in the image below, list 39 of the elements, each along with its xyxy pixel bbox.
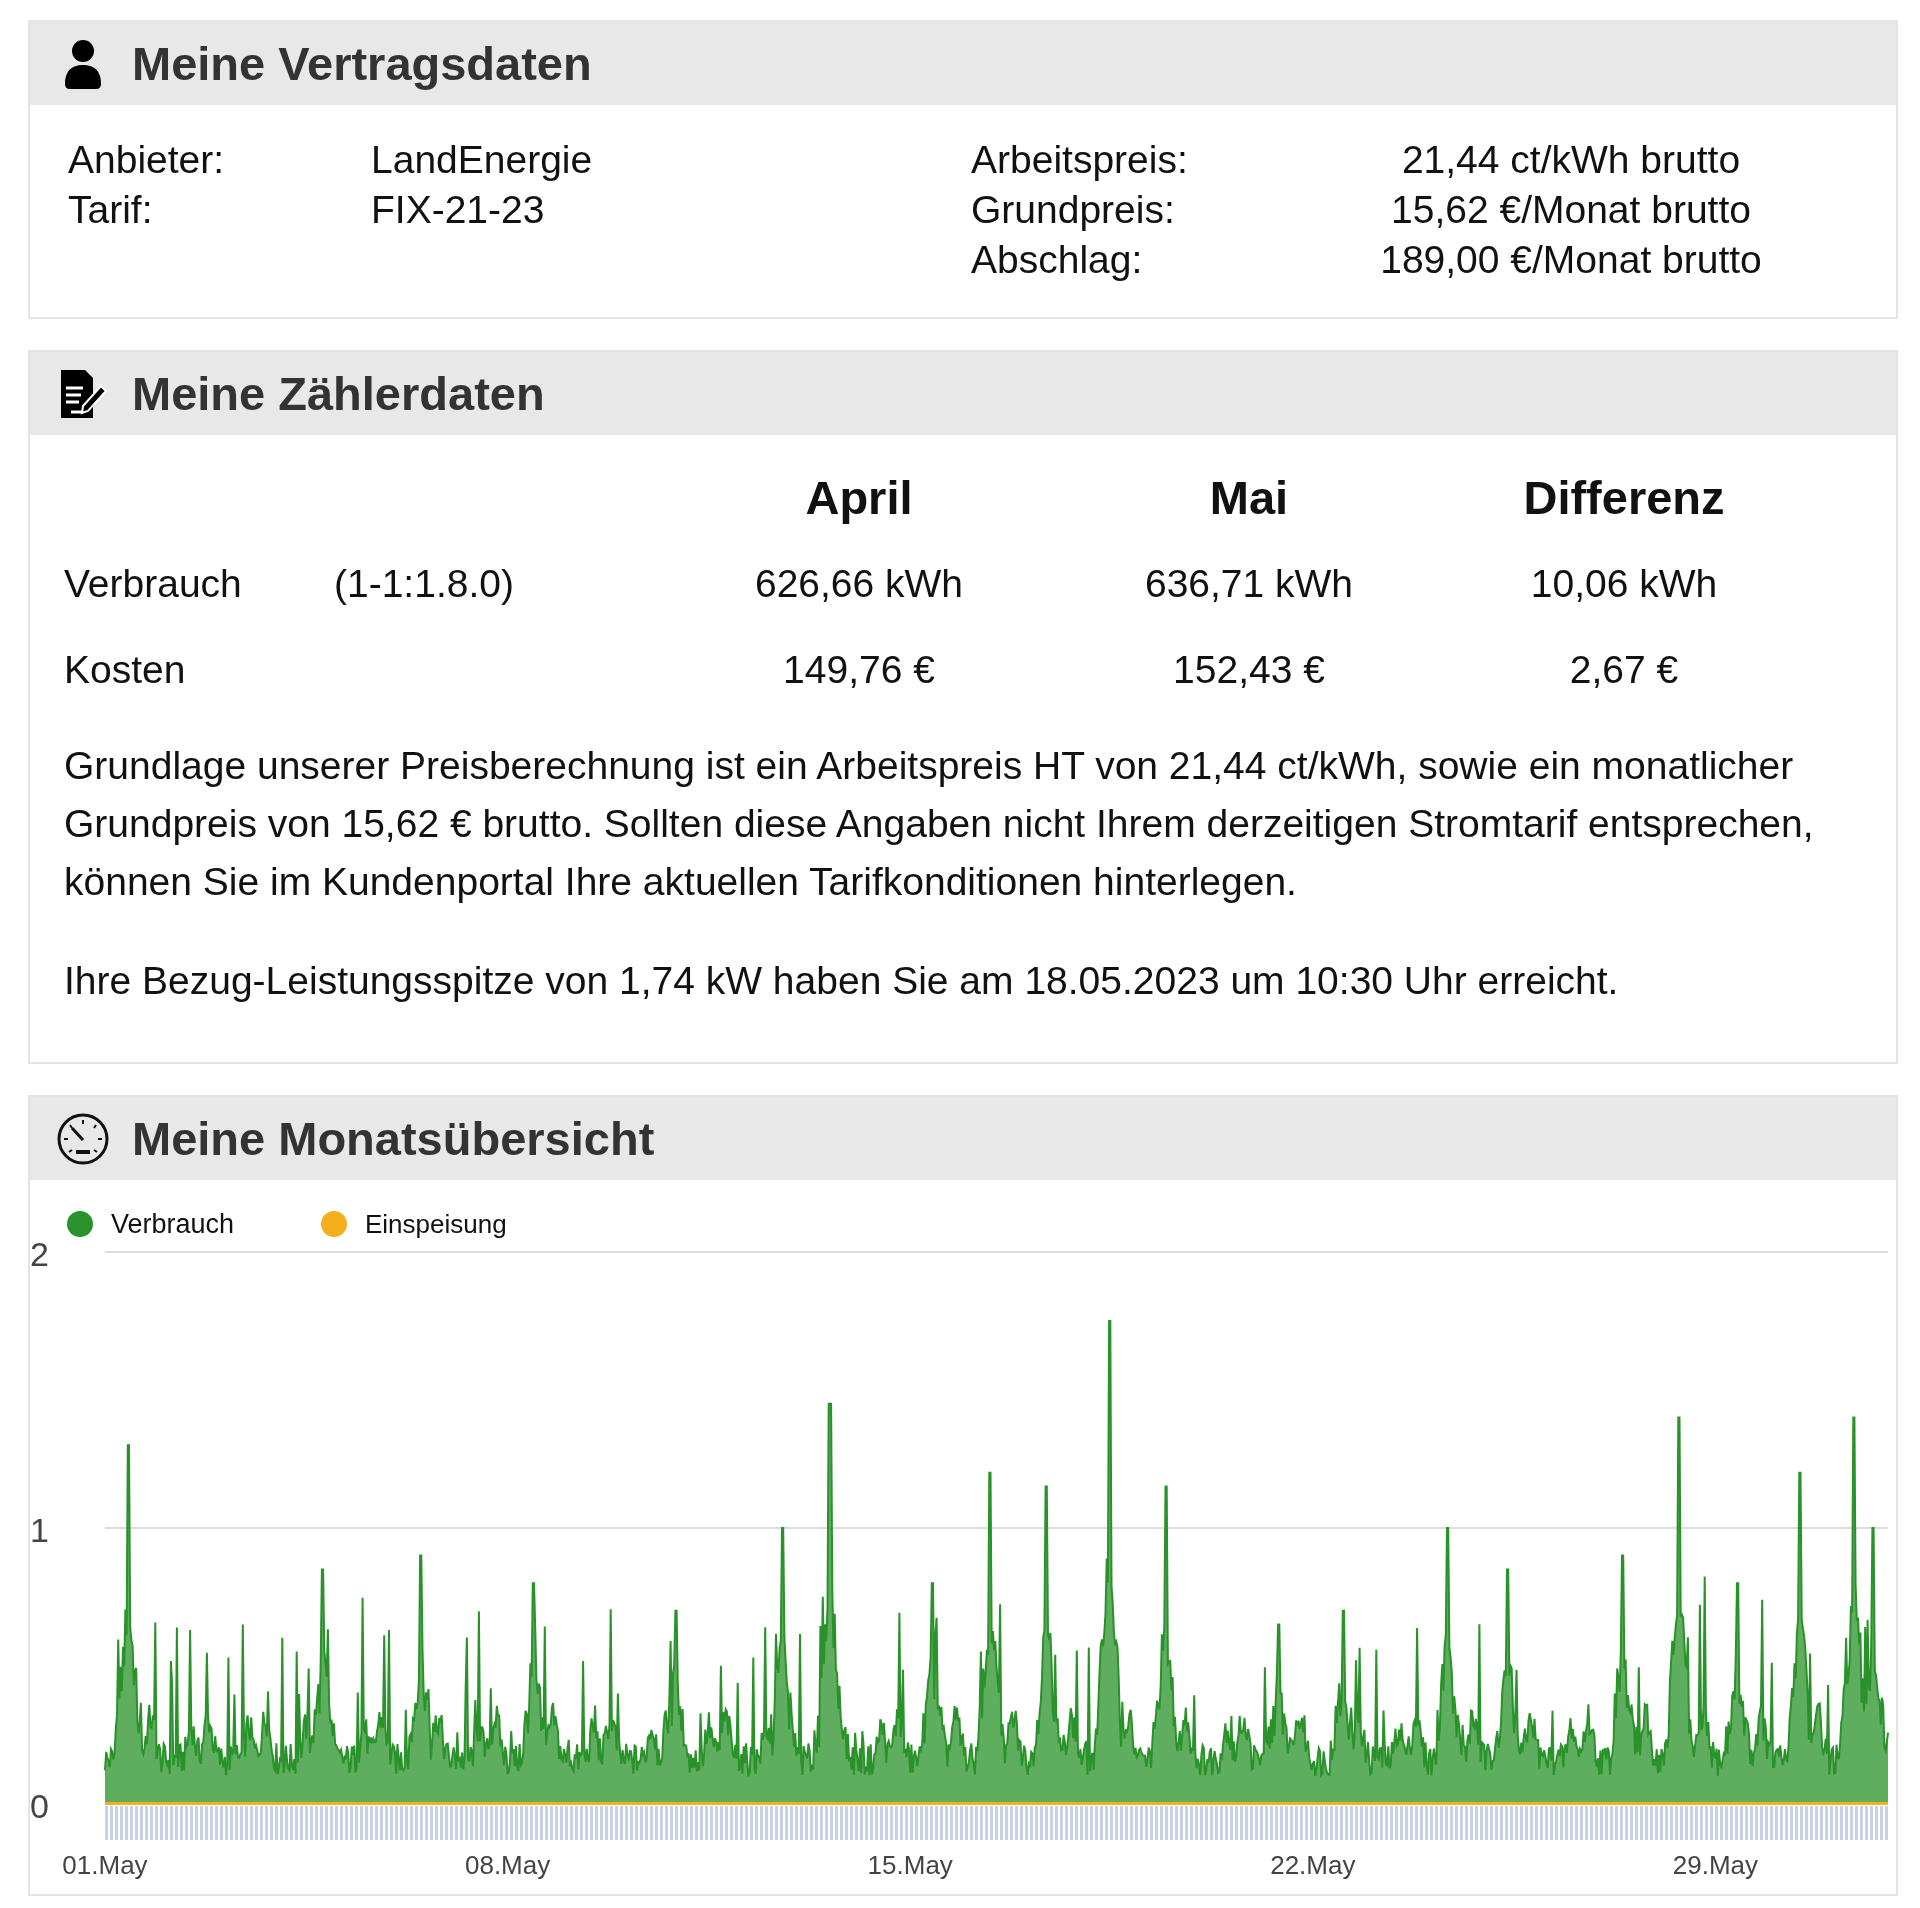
field-label: Grundpreis: — [971, 187, 1176, 233]
column-header: Mai — [1208, 470, 1290, 526]
field-label: Tarif: — [68, 187, 154, 233]
legend-label: Einspeisung — [365, 1209, 507, 1239]
field-label: Anbieter: — [68, 137, 226, 183]
gauge-icon — [56, 1111, 110, 1166]
row-label: Verbrauch — [64, 561, 243, 607]
table-cell-text: 152,43 € — [1172, 647, 1326, 693]
info-paragraph: Grundlage unserer Preisberechnung ist ein Arbeitspreis HT von 21,44 ct/kWh, sowie ein monatlicher Grundpreis von 15,62 € brutto. Sollten diese Angaben nicht Ihrem derzeitigen Stromtarif entsprechen, können Sie im Kundenportal Ihre aktuellen Tarifkonditionen hinterlegen. — [64, 743, 1815, 905]
column-header: Differenz — [1522, 470, 1726, 526]
axis-tick-label: 2 — [30, 1235, 49, 1273]
axis-tick-label: 22.May — [1270, 1850, 1356, 1880]
table-cell-text: 10,06 kWh — [1529, 561, 1719, 607]
section-title: Meine Zählerdaten — [132, 366, 545, 421]
field-value: 189,00 €/Monat brutto — [1379, 237, 1763, 283]
axis-tick-label: 15.May — [867, 1850, 953, 1880]
field-value: LandEnergie — [371, 137, 594, 183]
axis-tick-label: 1 — [30, 1511, 49, 1549]
axis-tick-label: 01.May — [62, 1850, 148, 1880]
table-cell-text: 149,76 € — [782, 647, 936, 693]
info-paragraph: Ihre Bezug-Leistungsspitze von 1,74 kW haben Sie am 18.05.2023 um 10:30 Uhr erreicht. — [64, 958, 1620, 1004]
field-value: FIX-21-23 — [371, 187, 546, 233]
table-cell-text: 2,67 € — [1568, 647, 1680, 693]
field-label: Abschlag: — [971, 237, 1144, 283]
table-cell-text: 626,66 kWh — [753, 561, 965, 607]
axis-tick-label: 0 — [30, 1787, 49, 1825]
field-value: 21,44 ct/kWh brutto — [1400, 137, 1742, 183]
field-label: Arbeitspreis: — [971, 137, 1189, 183]
section-title: Meine Monatsübersicht — [132, 1111, 655, 1166]
field-value: 15,62 €/Monat brutto — [1390, 187, 1752, 233]
section-title: Meine Vertragsdaten — [132, 36, 592, 91]
legend-label: Verbrauch — [111, 1209, 235, 1239]
axis-tick-label: 29.May — [1672, 1850, 1759, 1880]
meter-code: (1-1:1.8.0) — [334, 561, 515, 607]
row-label: Kosten — [64, 647, 187, 693]
axis-tick-label: 08.May — [465, 1850, 551, 1880]
person-icon — [63, 37, 103, 90]
column-header: April — [804, 470, 914, 526]
table-cell-text: 636,71 kWh — [1143, 561, 1355, 607]
